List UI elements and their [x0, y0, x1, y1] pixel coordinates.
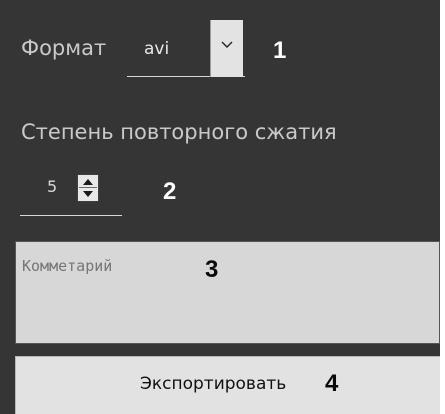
comment-placeholder: Комметарий: [22, 257, 113, 275]
export-button-label: Экспортировать: [140, 374, 287, 394]
stepper-increment-button[interactable]: [79, 176, 97, 188]
spin-buttons: [77, 174, 99, 202]
arrow-up-icon: [83, 179, 93, 185]
arrow-down-icon: [83, 191, 93, 197]
callout-number: 3: [205, 256, 219, 283]
format-select-value: avi: [144, 39, 170, 59]
compression-stepper[interactable]: 5: [20, 166, 122, 216]
callout-number: 2: [163, 178, 177, 205]
stepper-underline: [20, 215, 122, 216]
export-button[interactable]: Экспортировать: [15, 356, 440, 414]
compression-stepper-value: 5: [47, 177, 58, 196]
callout-number: 4: [325, 370, 339, 397]
comment-textarea[interactable]: Комметарий: [15, 241, 440, 344]
chevron-down-icon: [221, 41, 233, 48]
format-dropdown-button[interactable]: [210, 20, 243, 77]
format-select[interactable]: avi: [127, 20, 245, 77]
callout-number: 1: [273, 37, 287, 64]
stepper-decrement-button[interactable]: [79, 188, 97, 200]
compression-label: Степень повторного сжатия: [21, 120, 337, 144]
export-settings-panel: Формат avi 1 Степень повторного сжатия 5: [0, 0, 440, 414]
format-label: Формат: [21, 36, 107, 60]
